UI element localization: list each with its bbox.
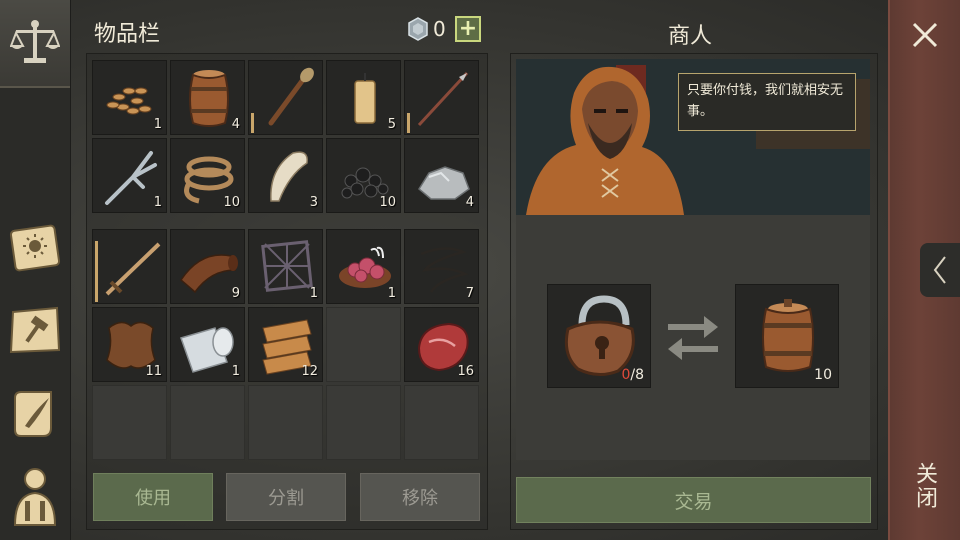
split-button[interactable]: 分割 xyxy=(226,473,346,521)
close-button-label[interactable]: 关闭 xyxy=(910,462,940,510)
inventory-slot[interactable]: 10 xyxy=(170,138,245,213)
item-quantity: 1 xyxy=(309,286,318,301)
sword-icon xyxy=(105,242,161,296)
scales-icon xyxy=(10,20,60,63)
inventory-slot[interactable] xyxy=(404,60,479,135)
inventory-slot[interactable]: 16 xyxy=(404,307,479,382)
tab-quests[interactable] xyxy=(0,384,70,444)
durability-bar xyxy=(95,241,98,302)
sun-book-icon xyxy=(9,224,61,272)
item-quantity: 1 xyxy=(231,364,240,379)
exchange-arrows-icon xyxy=(668,316,718,360)
inventory-slot[interactable]: 4 xyxy=(404,138,479,213)
tab-skills[interactable] xyxy=(0,218,70,278)
item-quantity: 1 xyxy=(153,195,162,210)
coin-icon xyxy=(406,17,430,41)
inventory-slot[interactable]: 1 xyxy=(92,138,167,213)
collapse-panel-button[interactable] xyxy=(920,243,960,297)
item-quantity: 1 xyxy=(387,286,396,301)
inventory-slot[interactable] xyxy=(248,60,323,135)
item-quantity: 9 xyxy=(231,286,240,301)
chevron-left-icon xyxy=(933,256,946,284)
item-quantity: 4 xyxy=(465,195,474,210)
torch-icon xyxy=(268,67,314,126)
durability-bar xyxy=(407,113,410,133)
inventory-slot-empty[interactable] xyxy=(404,385,479,460)
durability-bar xyxy=(251,113,254,133)
receive-quantity: 10 xyxy=(814,367,832,383)
character-icon xyxy=(13,468,57,526)
spear-icon xyxy=(417,71,469,127)
scroll-quill-icon xyxy=(14,391,52,437)
inventory-slot[interactable]: 3 xyxy=(248,138,323,213)
inventory-grid-top: 1 4 5 1 10 3 10 4 xyxy=(92,60,479,213)
tab-character[interactable] xyxy=(0,462,70,532)
inventory-slot[interactable]: 4 xyxy=(170,60,245,135)
add-currency-button[interactable]: + xyxy=(455,16,481,42)
tab-trade[interactable] xyxy=(0,0,70,88)
sidebar xyxy=(0,0,71,540)
receive-slot[interactable]: 10 xyxy=(735,284,839,388)
currency-value: 0 xyxy=(433,17,446,41)
inventory-slot[interactable]: 11 xyxy=(92,307,167,382)
trade-button[interactable]: 交易 xyxy=(516,477,871,523)
item-quantity: 3 xyxy=(309,195,318,210)
inventory-slot-empty[interactable] xyxy=(326,307,401,382)
item-quantity: 10 xyxy=(223,195,240,210)
inventory-title: 物品栏 xyxy=(94,22,161,47)
inventory-grid-bottom: 9 1 1 7 11 1 12 16 xyxy=(92,229,479,460)
close-icon[interactable] xyxy=(908,18,942,52)
offer-quantity: 0/8 xyxy=(621,367,644,383)
item-quantity: 12 xyxy=(301,364,318,379)
inventory-slot-empty[interactable] xyxy=(248,385,323,460)
inventory-slot-empty[interactable] xyxy=(170,385,245,460)
inventory-slot[interactable]: 1 xyxy=(92,60,167,135)
item-quantity: 10 xyxy=(379,195,396,210)
use-button[interactable]: 使用 xyxy=(93,473,213,521)
inventory-slot[interactable]: 9 xyxy=(170,229,245,304)
tab-crafting[interactable] xyxy=(0,300,70,360)
inventory-slot-empty[interactable] xyxy=(326,385,401,460)
remove-button[interactable]: 移除 xyxy=(360,473,480,521)
inventory-slot[interactable]: 1 xyxy=(326,229,401,304)
item-quantity: 4 xyxy=(231,117,240,132)
inventory-slot[interactable]: 5 xyxy=(326,60,401,135)
item-quantity: 5 xyxy=(387,117,396,132)
inventory-slot[interactable]: 12 xyxy=(248,307,323,382)
inventory-slot[interactable]: 10 xyxy=(326,138,401,213)
inventory-slot[interactable]: 1 xyxy=(248,229,323,304)
item-quantity: 7 xyxy=(465,286,474,301)
hammer-map-icon xyxy=(9,306,61,354)
inventory-slot[interactable] xyxy=(92,229,167,304)
item-quantity: 1 xyxy=(153,117,162,132)
inventory-slot[interactable]: 7 xyxy=(404,229,479,304)
item-quantity: 16 xyxy=(457,364,474,379)
merchant-title: 商人 xyxy=(668,24,713,49)
inventory-slot[interactable]: 1 xyxy=(170,307,245,382)
offer-need: /8 xyxy=(630,367,644,383)
offer-slot[interactable]: 0/8 xyxy=(547,284,651,388)
merchant-speech-bubble: 只要你付钱，我们就相安无事。 xyxy=(678,73,856,131)
item-quantity: 11 xyxy=(145,364,162,379)
inventory-slot-empty[interactable] xyxy=(92,385,167,460)
